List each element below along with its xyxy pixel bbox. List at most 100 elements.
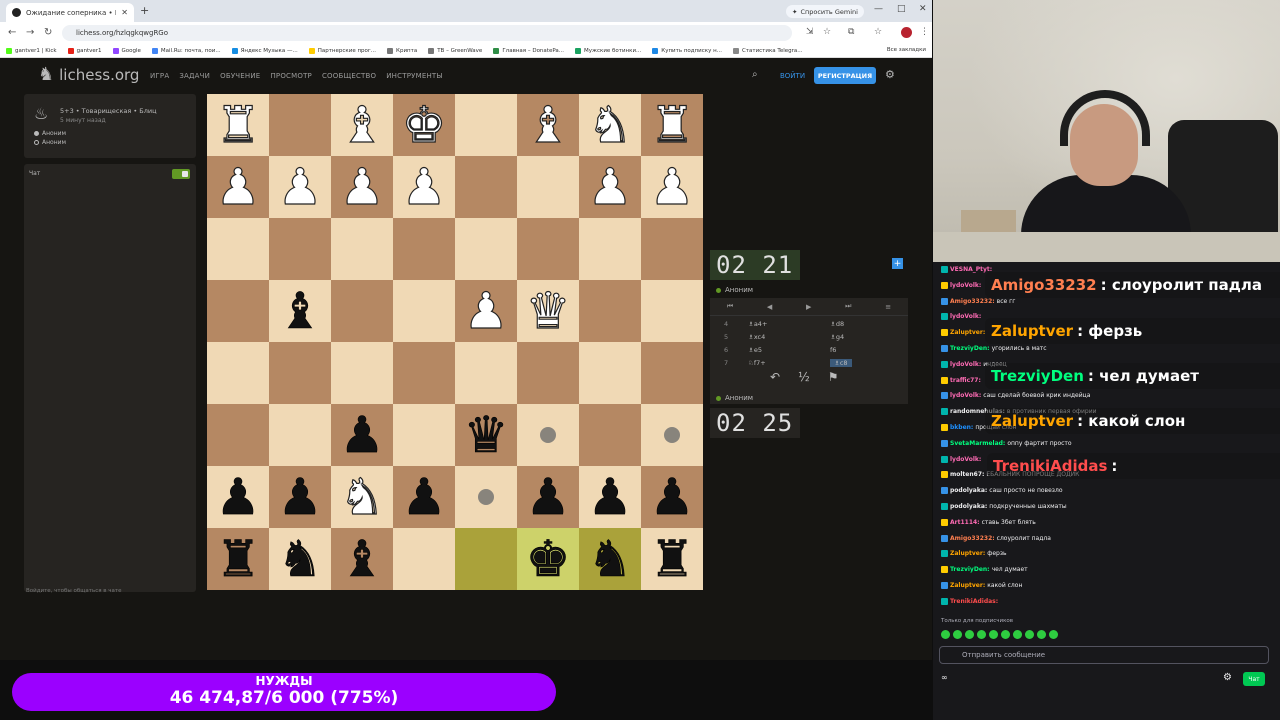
- square-e6[interactable]: [455, 218, 517, 280]
- square-d4[interactable]: [393, 342, 455, 404]
- lichess-logo[interactable]: ♞ lichess.org: [38, 66, 139, 85]
- bookmark-star-icon[interactable]: ☆: [823, 27, 831, 37]
- chat-username[interactable]: TrezviyDen:: [950, 566, 990, 573]
- white-move[interactable]: ♗xc4: [748, 333, 765, 341]
- square-e5[interactable]: ♟: [455, 280, 517, 342]
- bookmark-item[interactable]: TB – GreenWave: [428, 47, 482, 54]
- prev-move-icon[interactable]: ◀: [767, 303, 772, 311]
- square-f1[interactable]: ♚: [517, 528, 579, 590]
- chat-username[interactable]: lydoVolk:: [950, 392, 981, 399]
- white-queen-icon[interactable]: ♛: [525, 280, 571, 342]
- chat-toggle[interactable]: [172, 169, 190, 179]
- black-pawn-icon[interactable]: ♟: [649, 466, 694, 528]
- new-tab-icon[interactable]: +: [140, 4, 149, 17]
- square-a3[interactable]: [207, 404, 269, 466]
- back-icon[interactable]: ←: [8, 27, 16, 38]
- emote-icon[interactable]: [977, 630, 986, 639]
- square-a8[interactable]: ♜: [207, 94, 269, 156]
- square-f8[interactable]: ♝: [517, 94, 579, 156]
- offer-draw-button[interactable]: ½: [798, 370, 810, 384]
- square-b6[interactable]: [269, 218, 331, 280]
- close-window-icon[interactable]: ✕: [919, 4, 927, 14]
- square-d1[interactable]: [393, 528, 455, 590]
- square-d6[interactable]: [393, 218, 455, 280]
- square-c4[interactable]: [331, 342, 393, 404]
- bookmark-item[interactable]: Крипта: [387, 47, 417, 54]
- nav-community[interactable]: СООБЩЕСТВО: [322, 72, 376, 80]
- square-a7[interactable]: ♟: [207, 156, 269, 218]
- bookmark-item[interactable]: Статистика Telegra...: [732, 47, 802, 54]
- black-knight-icon[interactable]: ♞: [277, 528, 322, 590]
- bookmark-item[interactable]: Партнерские прог...: [308, 47, 376, 54]
- black-bishop-icon[interactable]: ♝: [339, 528, 384, 590]
- emote-icon[interactable]: [1013, 630, 1022, 639]
- chat-username[interactable]: lydoVolk:: [950, 282, 981, 289]
- move-menu-icon[interactable]: ≡: [885, 303, 891, 311]
- resign-flag-icon[interactable]: ⚑: [828, 370, 839, 384]
- chat-username[interactable]: Zaluptver:: [950, 329, 985, 336]
- black-rook-icon[interactable]: ♜: [649, 528, 694, 590]
- black-move[interactable]: f6: [830, 346, 836, 354]
- square-g1[interactable]: ♞: [579, 528, 641, 590]
- last-move-icon[interactable]: ⏭: [845, 302, 851, 311]
- chat-username[interactable]: VESNA_Ptyt:: [950, 266, 992, 273]
- white-pawn-icon[interactable]: ♟: [649, 156, 695, 218]
- square-a4[interactable]: [207, 342, 269, 404]
- chat-username[interactable]: lydoVolk:: [950, 456, 981, 463]
- white-move[interactable]: ♗a4+: [748, 320, 767, 328]
- chess-board[interactable]: ♜ ♝ ♚ ♝ ♞ ♜ ♟ ♟ ♟ ♟ ♟ ♟ ♝ ♟ ♛ ♟ ♛ ♟ ♟ ♞ ♟ ♟ ♟ ♟ ♜ ♞ ♝ ♚ ♞ ♜: [207, 94, 703, 590]
- square-c5[interactable]: [331, 280, 393, 342]
- square-e7[interactable]: [455, 156, 517, 218]
- black-knight-icon[interactable]: ♞: [587, 528, 632, 590]
- square-e3[interactable]: ♛: [455, 404, 517, 466]
- chat-settings-gear-icon[interactable]: ⚙: [1223, 672, 1232, 683]
- white-pawn-icon[interactable]: ♟: [339, 156, 385, 218]
- chat-username[interactable]: lydoVolk:: [950, 313, 981, 320]
- white-move[interactable]: ♘f7+: [748, 359, 766, 367]
- bookmark-item[interactable]: Mail.Ru: почта, пои...: [151, 47, 221, 54]
- square-d8[interactable]: ♚: [393, 94, 455, 156]
- nav-puzzles[interactable]: ЗАДАЧИ: [179, 72, 210, 80]
- chat-send-button[interactable]: Чат: [1243, 672, 1265, 686]
- move-hint-dot[interactable]: [664, 427, 680, 443]
- square-h1[interactable]: ♜: [641, 528, 703, 590]
- chat-username[interactable]: Zaluptver:: [950, 582, 985, 589]
- white-pawn-icon[interactable]: ♟: [277, 156, 323, 218]
- bookmarks-menu-icon[interactable]: ☆: [874, 27, 882, 37]
- white-rook-icon[interactable]: ♜: [215, 94, 261, 156]
- maximize-icon[interactable]: □: [897, 4, 906, 14]
- square-h6[interactable]: [641, 218, 703, 280]
- add-time-icon[interactable]: +: [892, 258, 903, 269]
- square-g8[interactable]: ♞: [579, 94, 641, 156]
- black-king-icon[interactable]: ♚: [525, 528, 570, 590]
- white-knight-icon[interactable]: ♞: [587, 94, 633, 156]
- square-b1[interactable]: ♞: [269, 528, 331, 590]
- square-h8[interactable]: ♜: [641, 94, 703, 156]
- forward-icon[interactable]: →: [26, 27, 34, 38]
- chat-username[interactable]: TrezviyDen:: [950, 345, 990, 352]
- square-a5[interactable]: [207, 280, 269, 342]
- square-h3[interactable]: [641, 404, 703, 466]
- square-e8[interactable]: [455, 94, 517, 156]
- emote-icon[interactable]: [1025, 630, 1034, 639]
- white-bishop-icon[interactable]: ♝: [525, 94, 571, 156]
- chat-username[interactable]: traffic77:: [950, 377, 981, 384]
- search-icon[interactable]: ⌕: [752, 69, 758, 80]
- tab-close-icon[interactable]: ✕: [121, 8, 128, 17]
- bookmark-item[interactable]: Главная – DonatePa...: [493, 47, 564, 54]
- square-e2[interactable]: [455, 466, 517, 528]
- white-knight-icon[interactable]: ♞: [339, 466, 385, 528]
- settings-gear-icon[interactable]: ⚙: [885, 68, 895, 81]
- square-c6[interactable]: [331, 218, 393, 280]
- white-king-icon[interactable]: ♚: [401, 94, 447, 156]
- black-bishop-icon[interactable]: ♝: [277, 280, 322, 342]
- square-g4[interactable]: [579, 342, 641, 404]
- square-b3[interactable]: [269, 404, 331, 466]
- square-d7[interactable]: ♟: [393, 156, 455, 218]
- move-hint-dot[interactable]: [540, 427, 556, 443]
- square-e4[interactable]: [455, 342, 517, 404]
- chat-username[interactable]: Art1114:: [950, 519, 980, 526]
- bookmark-item[interactable]: gantver1: [67, 47, 102, 54]
- square-d3[interactable]: [393, 404, 455, 466]
- square-f7[interactable]: [517, 156, 579, 218]
